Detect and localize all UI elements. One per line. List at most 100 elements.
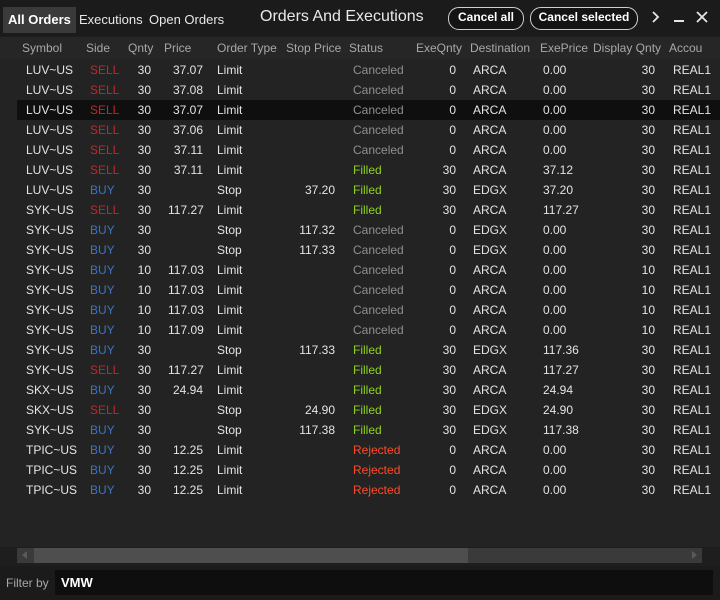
tab-executions[interactable]: Executions	[74, 7, 148, 33]
column-header-symbol[interactable]: Symbol	[22, 41, 62, 55]
cell-display-qnty: 30	[641, 163, 655, 177]
table-row[interactable]: SKX~US SELL 30 Stop 24.90 Filled 30 EDGX 24.90 30…	[17, 400, 720, 420]
cell-display-qnty: 10	[641, 323, 655, 337]
table-row[interactable]: SYK~US BUY 30 Stop 117.38 Filled 30 EDGX 117.38 3…	[17, 420, 720, 440]
cell-exe-price: 0.00	[543, 143, 567, 157]
table-row[interactable]: SYK~US BUY 10 117.03 Limit Canceled 0 ARCA 0.00 1…	[17, 280, 720, 300]
cell-status: Filled	[353, 203, 382, 217]
cell-qnty: 30	[137, 463, 151, 477]
close-button[interactable]	[692, 7, 712, 27]
cell-side: SELL	[90, 203, 120, 217]
cell-symbol: SKX~US	[26, 403, 74, 417]
cell-destination: EDGX	[473, 423, 508, 437]
column-header-order-type[interactable]: Order Type	[217, 41, 277, 55]
cell-qnty: 30	[137, 483, 151, 497]
cell-price: 117.27	[168, 203, 204, 217]
table-row[interactable]: TPIC~US BUY 30 12.25 Limit Rejected 0 ARCA 0.00 3…	[17, 480, 720, 500]
cell-order-type: Limit	[217, 103, 243, 117]
cell-display-qnty: 30	[641, 223, 655, 237]
table-row[interactable]: SYK~US SELL 30 117.27 Limit Filled 30 ARCA 117.2…	[17, 200, 720, 220]
cell-exe-qnty: 30	[442, 203, 456, 217]
cell-exe-qnty: 0	[449, 283, 456, 297]
column-header-display-qnty[interactable]: Display Qnty	[593, 41, 661, 55]
cell-qnty: 30	[137, 423, 151, 437]
cell-exe-qnty: 0	[449, 463, 456, 477]
column-header-status[interactable]: Status	[349, 41, 383, 55]
cell-display-qnty: 10	[641, 303, 655, 317]
cell-price: 117.03	[168, 263, 204, 277]
cell-account: REAL1	[673, 383, 712, 397]
table-row[interactable]: TPIC~US BUY 30 12.25 Limit Rejected 0 ARCA 0.00 3…	[17, 460, 720, 480]
table-row[interactable]: LUV~US SELL 30 37.08 Limit Canceled 0 ARCA 0.00 3…	[17, 80, 720, 100]
cell-destination: ARCA	[473, 463, 507, 477]
cell-symbol: SYK~US	[26, 263, 74, 277]
scrollbar-thumb[interactable]	[34, 548, 468, 563]
cancel-selected-button[interactable]: Cancel selected	[530, 7, 638, 30]
cell-exe-qnty: 0	[449, 443, 456, 457]
table-row[interactable]: SYK~US BUY 30 Stop 117.33 Filled 30 EDGX 117.36 3…	[17, 340, 720, 360]
cell-order-type: Limit	[217, 283, 243, 297]
table-row[interactable]: TPIC~US BUY 30 12.25 Limit Rejected 0 ARCA 0.00 3…	[17, 440, 720, 460]
filter-input[interactable]	[55, 570, 713, 595]
cell-exe-price: 0.00	[543, 303, 567, 317]
horizontal-scrollbar[interactable]	[17, 548, 702, 563]
table-row[interactable]: LUV~US SELL 30 37.07 Limit Canceled 0 ARCA 0.00 3…	[17, 100, 720, 120]
cell-account: REAL1	[673, 143, 712, 157]
tab-all-orders[interactable]: All Orders	[3, 7, 76, 33]
cell-order-type: Stop	[217, 243, 242, 257]
tab-open-orders[interactable]: Open Orders	[144, 7, 229, 33]
table-row[interactable]: SYK~US BUY 30 Stop 117.32 Canceled 0 EDGX 0.00 30…	[17, 220, 720, 240]
column-header-qnty[interactable]: Qnty	[128, 41, 153, 55]
column-header-exeqnty[interactable]: ExeQnty	[416, 41, 462, 55]
table-row[interactable]: SKX~US BUY 30 24.94 Limit Filled 30 ARCA 24.94 30…	[17, 380, 720, 400]
table-row[interactable]: LUV~US SELL 30 37.11 Limit Canceled 0 ARCA 0.00 3…	[17, 140, 720, 160]
cell-price: 37.07	[172, 103, 203, 117]
cell-display-qnty: 30	[641, 483, 655, 497]
more-button[interactable]	[645, 7, 665, 27]
cell-account: REAL1	[673, 443, 712, 457]
column-header-destination[interactable]: Destination	[470, 41, 530, 55]
cell-order-type: Limit	[217, 383, 243, 397]
cell-symbol: SYK~US	[26, 203, 74, 217]
cell-symbol: TPIC~US	[26, 443, 78, 457]
cell-status: Filled	[353, 163, 382, 177]
table-row[interactable]: LUV~US BUY 30 Stop 37.20 Filled 30 EDGX 37.20 30 R…	[17, 180, 720, 200]
column-header-exeprice[interactable]: ExePrice	[540, 41, 588, 55]
cell-side: BUY	[90, 383, 115, 397]
cell-order-type: Stop	[217, 403, 242, 417]
cell-side: SELL	[90, 403, 120, 417]
scroll-right-icon[interactable]	[689, 550, 699, 560]
table-row[interactable]: SYK~US SELL 30 117.27 Limit Filled 30 ARCA 117.2…	[17, 360, 720, 380]
cell-status: Canceled	[353, 63, 404, 77]
cell-stop-price: 117.33	[299, 343, 335, 357]
cell-destination: EDGX	[473, 403, 508, 417]
minimize-button[interactable]	[669, 7, 689, 27]
cell-symbol: LUV~US	[26, 123, 74, 137]
column-header-stop-price[interactable]: Stop Price	[286, 41, 341, 55]
cell-price: 117.27	[168, 363, 204, 377]
cell-display-qnty: 10	[641, 283, 655, 297]
table-row[interactable]: SYK~US BUY 30 Stop 117.33 Canceled 0 EDGX 0.00 30…	[17, 240, 720, 260]
column-header-account[interactable]: Accou	[669, 41, 702, 55]
table-row[interactable]: LUV~US SELL 30 37.07 Limit Canceled 0 ARCA 0.00 3…	[17, 60, 720, 80]
column-header-price[interactable]: Price	[164, 41, 191, 55]
cell-price: 12.25	[172, 463, 203, 477]
column-header-side[interactable]: Side	[86, 41, 110, 55]
scroll-left-icon[interactable]	[20, 550, 30, 560]
table-row[interactable]: LUV~US SELL 30 37.06 Limit Canceled 0 ARCA 0.00 3…	[17, 120, 720, 140]
cell-exe-qnty: 0	[449, 263, 456, 277]
cell-symbol: SYK~US	[26, 323, 74, 337]
cell-account: REAL1	[673, 343, 712, 357]
minimize-icon	[674, 20, 684, 22]
cancel-all-button[interactable]: Cancel all	[448, 7, 524, 30]
table-row[interactable]: LUV~US SELL 30 37.11 Limit Filled 30 ARCA 37.12 3…	[17, 160, 720, 180]
table-row[interactable]: SYK~US BUY 10 117.09 Limit Canceled 0 ARCA 0.00 1…	[17, 320, 720, 340]
table-row[interactable]: SYK~US BUY 10 117.03 Limit Canceled 0 ARCA 0.00 1…	[17, 300, 720, 320]
cell-status: Canceled	[353, 143, 404, 157]
cell-side: SELL	[90, 163, 120, 177]
cell-side: SELL	[90, 103, 120, 117]
cell-account: REAL1	[673, 303, 712, 317]
table-row[interactable]: SYK~US BUY 10 117.03 Limit Canceled 0 ARCA 0.00 1…	[17, 260, 720, 280]
cell-qnty: 30	[137, 203, 151, 217]
cell-exe-qnty: 30	[442, 163, 456, 177]
